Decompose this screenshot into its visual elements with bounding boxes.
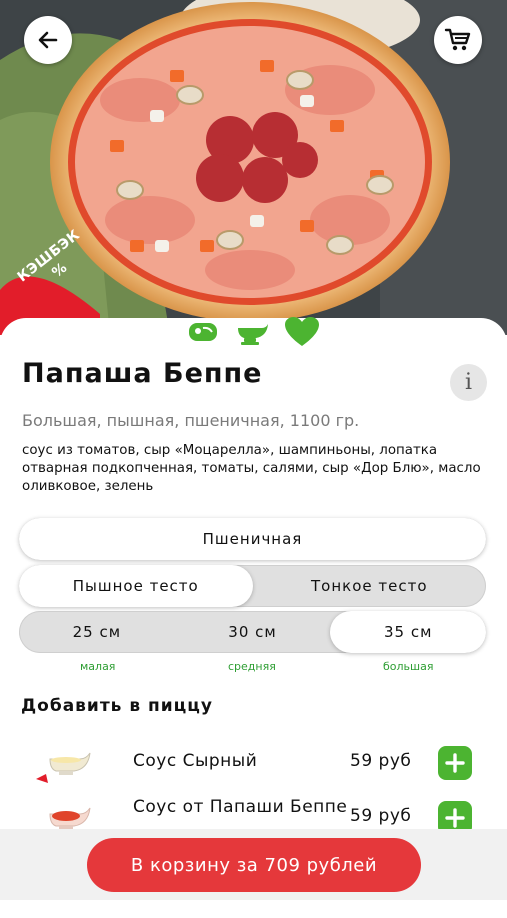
dough-selector: Пышное тесто Тонкое тесто: [19, 565, 486, 607]
cheese-sauce-image: [36, 752, 91, 783]
meat-icon: [189, 323, 217, 341]
addon-name: Соус от Папаши Беппе: [133, 797, 348, 817]
addon-name: Соус Сырный: [133, 751, 258, 771]
addons-title: Добавить в пиццу: [21, 696, 213, 716]
plus-icon: [445, 753, 465, 773]
product-feature-icons: [186, 316, 320, 348]
dough-option-fluffy[interactable]: Пышное тесто: [19, 565, 253, 607]
add-to-cart-button[interactable]: В корзину за 709 рублей: [87, 838, 421, 892]
size-label-small: малая: [80, 660, 116, 673]
product-description: соус из томатов, сыр «Моцарелла», шампин…: [22, 443, 481, 494]
size-option-25[interactable]: 25 см: [19, 611, 175, 653]
back-button[interactable]: [24, 16, 72, 64]
cart-icon: [444, 28, 471, 51]
product-title: Папаша Беппе: [22, 358, 263, 389]
dough-option-thin[interactable]: Тонкое тесто: [253, 565, 487, 607]
flour-option-wheat[interactable]: Пшеничная: [19, 518, 486, 560]
flour-selector: Пшеничная: [19, 518, 486, 560]
size-label-large: большая: [383, 660, 434, 673]
info-button[interactable]: i: [450, 364, 487, 401]
addon-price: 59 руб: [350, 806, 412, 826]
product-subtitle: Большая, пышная, пшеничная, 1100 гр.: [22, 411, 360, 430]
cart-button[interactable]: [434, 16, 482, 64]
size-label-medium: средняя: [228, 660, 276, 673]
addon-price: 59 руб: [350, 751, 412, 771]
back-arrow-icon: [38, 31, 58, 49]
size-selector: 25 см 30 см 35 см: [19, 611, 487, 653]
plus-icon: [445, 808, 465, 828]
gravy-boat-icon: [238, 324, 268, 345]
heart-icon[interactable]: [284, 316, 320, 348]
add-cheese-sauce-button[interactable]: [438, 746, 472, 780]
size-option-30[interactable]: 30 см: [175, 611, 331, 653]
size-option-35[interactable]: 35 см: [330, 611, 487, 653]
